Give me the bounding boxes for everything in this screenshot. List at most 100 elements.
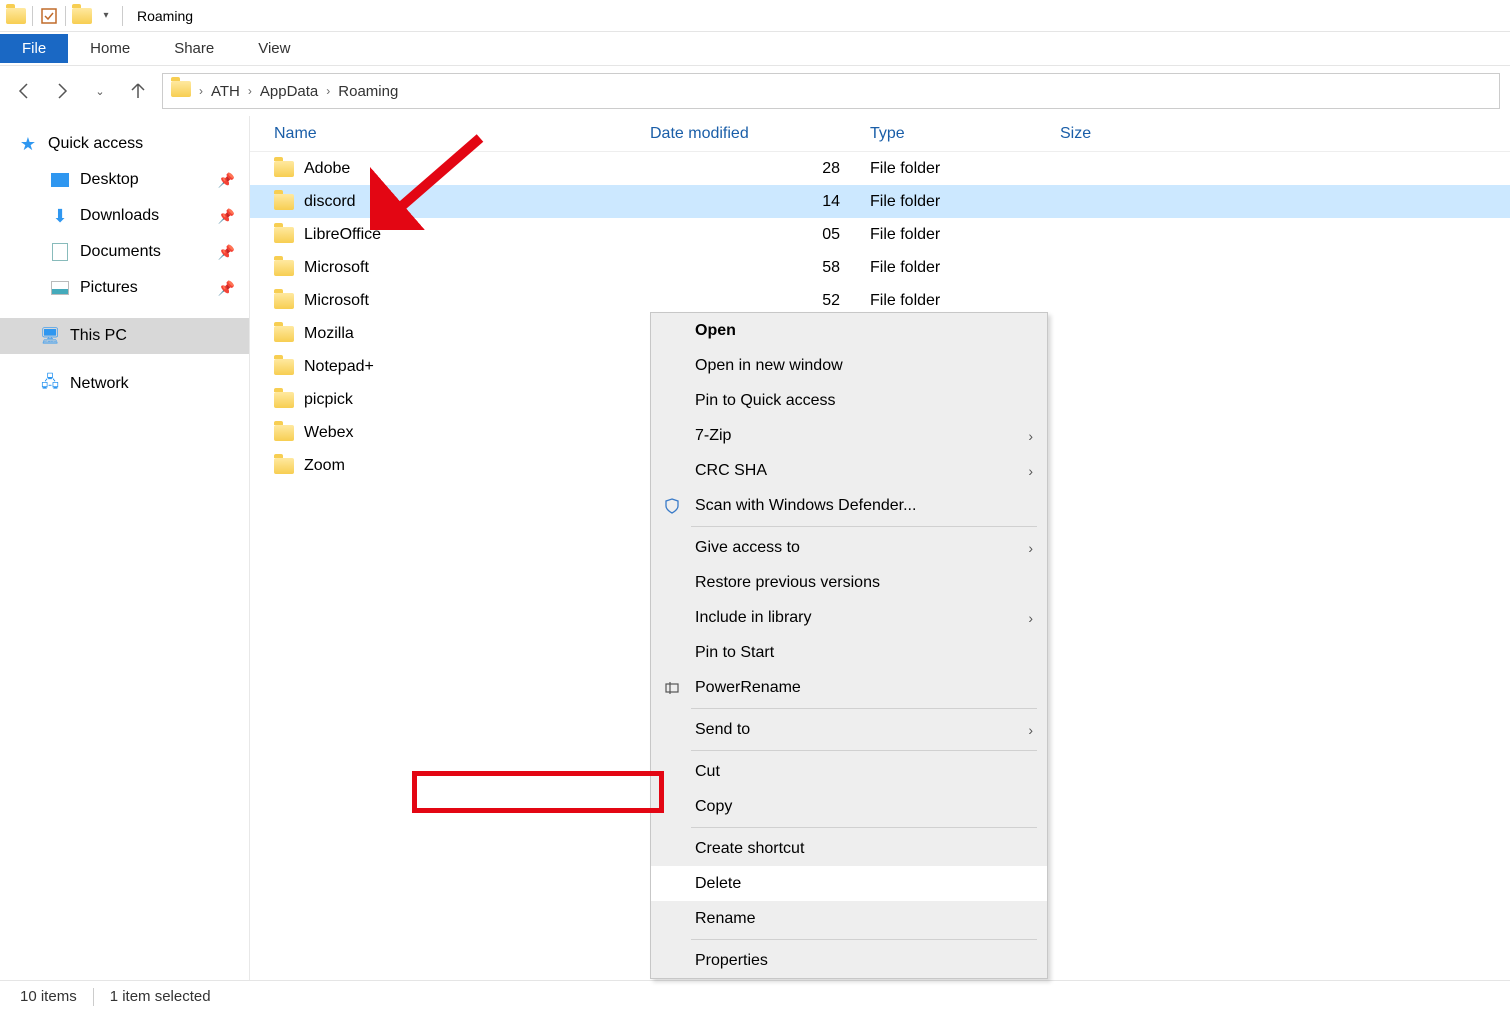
tab-file[interactable]: File: [0, 34, 68, 63]
chevron-right-icon: ›: [1028, 463, 1033, 479]
ctx-power-rename[interactable]: PowerRename: [651, 670, 1047, 705]
sidebar-item-label: Desktop: [80, 171, 139, 189]
table-row[interactable]: discord14File folder: [250, 185, 1510, 218]
cell-type: File folder: [870, 160, 1060, 178]
ctx-give-access[interactable]: Give access to›: [651, 530, 1047, 565]
sidebar-this-pc[interactable]: 🖥 This PC: [0, 318, 249, 354]
cell-name: picpick: [250, 391, 650, 409]
folder-icon: [274, 458, 294, 474]
cell-date: 28: [650, 160, 870, 178]
cell-name: Webex: [250, 424, 650, 442]
nav-bar: ⌄ › ATH › AppData › Roaming: [0, 66, 1510, 116]
qat-dropdown-icon[interactable]: ▾: [94, 4, 118, 28]
tab-home[interactable]: Home: [68, 34, 152, 63]
cell-date: 14: [650, 193, 870, 211]
address-bar[interactable]: › ATH › AppData › Roaming: [162, 73, 1500, 109]
ctx-restore-previous[interactable]: Restore previous versions: [651, 565, 1047, 600]
app-folder-icon: [4, 4, 28, 28]
folder-icon: [274, 425, 294, 441]
cell-date: 58: [650, 259, 870, 277]
row-name: Mozilla: [304, 325, 354, 343]
cell-date: 05: [650, 226, 870, 244]
history-dropdown[interactable]: ⌄: [86, 77, 114, 105]
row-name: Microsoft: [304, 259, 369, 277]
col-type[interactable]: Type: [870, 125, 1060, 143]
forward-button[interactable]: [48, 77, 76, 105]
separator: [93, 988, 94, 1006]
separator: [122, 6, 123, 26]
col-name[interactable]: Name: [250, 125, 650, 143]
cell-name: Microsoft: [250, 292, 650, 310]
cell-name: LibreOffice: [250, 226, 650, 244]
ctx-properties[interactable]: Properties: [651, 943, 1047, 978]
cell-type: File folder: [870, 292, 1060, 310]
cell-type: File folder: [870, 226, 1060, 244]
ctx-7zip[interactable]: 7-Zip›: [651, 418, 1047, 453]
ctx-copy[interactable]: Copy: [651, 789, 1047, 824]
ctx-pin-start[interactable]: Pin to Start: [651, 635, 1047, 670]
nav-sidebar: ★ Quick access Desktop 📌 ⬇ Downloads 📌 D…: [0, 116, 250, 980]
separator: [691, 526, 1037, 527]
folder-icon: [274, 227, 294, 243]
col-date[interactable]: Date modified: [650, 125, 870, 143]
separator: [691, 939, 1037, 940]
ctx-open[interactable]: Open: [651, 313, 1047, 348]
documents-icon: [50, 242, 70, 262]
breadcrumb-appdata[interactable]: AppData: [260, 83, 318, 100]
ctx-crc-sha[interactable]: CRC SHA›: [651, 453, 1047, 488]
ctx-create-shortcut[interactable]: Create shortcut: [651, 831, 1047, 866]
separator: [691, 708, 1037, 709]
row-name: Notepad+: [304, 358, 374, 376]
chevron-right-icon: ›: [1028, 610, 1033, 626]
table-row[interactable]: Adobe 28File folder: [250, 152, 1510, 185]
qat-properties-icon[interactable]: [37, 4, 61, 28]
tab-share[interactable]: Share: [152, 34, 236, 63]
chevron-right-icon: ›: [1028, 722, 1033, 738]
back-button[interactable]: [10, 77, 38, 105]
sidebar-item-downloads[interactable]: ⬇ Downloads 📌: [0, 198, 249, 234]
app-folder-icon-2: [70, 4, 94, 28]
sidebar-item-label: Pictures: [80, 279, 138, 297]
sidebar-item-label: Documents: [80, 243, 161, 261]
ctx-open-new-window[interactable]: Open in new window: [651, 348, 1047, 383]
pc-icon: 🖥: [40, 326, 60, 346]
row-name: LibreOffice: [304, 226, 381, 244]
chevron-right-icon[interactable]: ›: [248, 84, 252, 98]
ctx-scan-defender[interactable]: Scan with Windows Defender...: [651, 488, 1047, 523]
sidebar-network[interactable]: 🖧 Network: [0, 366, 249, 402]
breadcrumb-ath[interactable]: ATH: [211, 83, 240, 100]
col-size[interactable]: Size: [1060, 125, 1180, 143]
ribbon-tabs: File Home Share View: [0, 32, 1510, 66]
address-folder-icon: [171, 81, 191, 101]
pin-icon: 📌: [218, 172, 235, 189]
folder-icon: [274, 392, 294, 408]
row-name: Adobe: [304, 160, 350, 178]
sidebar-label: Quick access: [48, 135, 143, 153]
tab-view[interactable]: View: [236, 34, 312, 63]
sidebar-item-documents[interactable]: Documents 📌: [0, 234, 249, 270]
ctx-include-library[interactable]: Include in library›: [651, 600, 1047, 635]
row-name: picpick: [304, 391, 353, 409]
sidebar-item-desktop[interactable]: Desktop 📌: [0, 162, 249, 198]
up-button[interactable]: [124, 77, 152, 105]
pin-icon: 📌: [218, 244, 235, 261]
sidebar-label: This PC: [70, 327, 127, 345]
network-icon: 🖧: [40, 374, 60, 394]
ctx-send-to[interactable]: Send to›: [651, 712, 1047, 747]
sidebar-item-pictures[interactable]: Pictures 📌: [0, 270, 249, 306]
star-icon: ★: [18, 134, 38, 154]
chevron-right-icon[interactable]: ›: [199, 84, 203, 98]
ctx-rename[interactable]: Rename: [651, 901, 1047, 936]
folder-icon: [274, 260, 294, 276]
file-list: Name Date modified Type Size Adobe28File…: [250, 116, 1510, 980]
breadcrumb-roaming[interactable]: Roaming: [338, 83, 398, 100]
chevron-right-icon[interactable]: ›: [326, 84, 330, 98]
list-header: Name Date modified Type Size: [250, 116, 1510, 152]
separator: [32, 6, 33, 26]
table-row[interactable]: LibreOffice 05File folder: [250, 218, 1510, 251]
ctx-pin-quick[interactable]: Pin to Quick access: [651, 383, 1047, 418]
sidebar-quick-access[interactable]: ★ Quick access: [0, 126, 249, 162]
table-row[interactable]: Microsoft58File folder: [250, 251, 1510, 284]
ctx-delete[interactable]: Delete: [651, 866, 1047, 901]
ctx-cut[interactable]: Cut: [651, 754, 1047, 789]
